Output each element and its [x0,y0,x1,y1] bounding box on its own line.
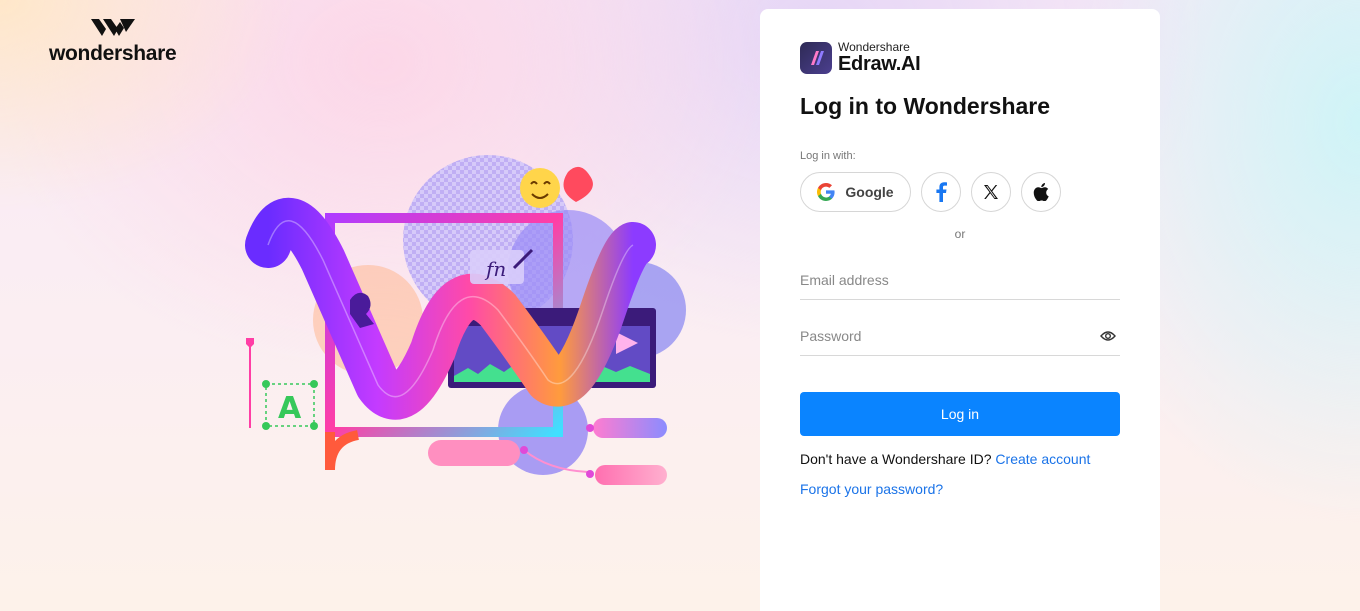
email-field-wrapper [800,260,1120,300]
password-field[interactable] [800,316,1120,355]
google-icon [817,183,835,201]
email-field[interactable] [800,260,1120,299]
page-title: Log in to Wondershare [800,93,1051,119]
apple-login-button[interactable] [1021,172,1061,212]
login-button[interactable]: Log in [800,392,1120,436]
facebook-login-button[interactable] [921,172,961,212]
x-icon [984,185,998,199]
google-login-label: Google [845,184,894,200]
product-name: Edraw.AI [838,53,921,75]
forgot-password-link[interactable]: Forgot your password? [800,481,943,497]
product-logo: Wondershare Edraw.AI [800,40,921,75]
text-frame-letter: A [278,391,302,426]
wondershare-logo[interactable]: wondershare [49,16,179,66]
creative-hero-illustration: fn A [228,150,698,490]
google-login-button[interactable]: Google [800,172,911,212]
password-field-wrapper [800,316,1120,356]
product-company: Wondershare [838,40,910,54]
login-with-label: Log in with: [800,150,856,162]
facebook-icon [936,182,947,202]
signature-text: fn [484,257,506,281]
or-divider: or [954,227,966,241]
brand-name: wondershare [49,42,177,65]
create-account-link[interactable]: Create account [995,451,1090,467]
edraw-ai-logo-icon [800,41,832,74]
wondershare-logo-icon [91,19,135,36]
eye-icon[interactable] [1100,330,1116,342]
login-card: Wondershare Edraw.AI Log in to Wondersha… [760,9,1160,611]
apple-icon [1033,183,1049,201]
x-login-button[interactable] [971,172,1011,212]
signup-prompt: Don't have a Wondershare ID? Create acco… [800,451,1090,467]
signup-prompt-text: Don't have a Wondershare ID? [800,451,992,467]
